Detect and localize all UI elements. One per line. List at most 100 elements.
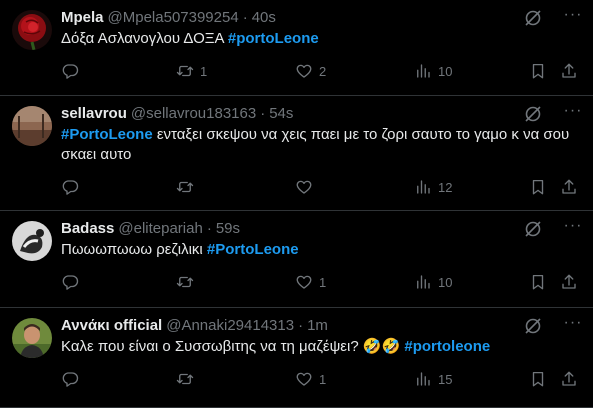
heart-icon <box>296 372 312 386</box>
laughing-emoji: 🤣🤣 <box>362 338 401 355</box>
timestamp[interactable]: 1m <box>307 316 328 336</box>
views-button[interactable]: 10 <box>414 62 452 80</box>
timestamp[interactable]: 59s <box>216 219 240 239</box>
heart-icon <box>296 180 312 194</box>
avatar[interactable] <box>12 318 52 358</box>
tweet[interactable]: Μpela @Mpela507399254 · 40s ··· Δόξα Ασλ… <box>0 0 593 96</box>
reply-icon <box>62 64 79 79</box>
like-button[interactable]: 2 <box>295 62 326 80</box>
bookmark-icon <box>532 63 544 79</box>
views-count: 15 <box>438 371 453 387</box>
timestamp[interactable]: 40s <box>252 8 276 28</box>
tweet-actions: 1 15 <box>61 370 593 390</box>
user-handle[interactable]: @Annaki29414313 <box>166 316 294 336</box>
views-icon <box>417 64 430 78</box>
share-button[interactable] <box>560 370 578 388</box>
tweet-body: Μpela @Mpela507399254 · 40s ··· Δόξα Ασλ… <box>61 7 583 49</box>
retweet-button[interactable] <box>176 370 200 388</box>
share-icon <box>562 63 576 78</box>
avatar[interactable] <box>12 221 52 261</box>
tweet[interactable]: Badass @elitepariah · 59s ··· Πωωωπωωω ρ… <box>0 211 593 308</box>
display-name[interactable]: Badass <box>61 219 114 239</box>
bookmark-button[interactable] <box>529 370 547 388</box>
bookmark-button[interactable] <box>529 178 547 196</box>
tweet-text: Καλε που είναι ο Συσσωβιτης να τη μαζέψε… <box>61 337 583 357</box>
more-icon[interactable]: ··· <box>563 218 583 239</box>
retweet-button[interactable] <box>176 273 200 291</box>
share-icon <box>562 371 576 386</box>
share-button[interactable] <box>560 62 578 80</box>
retweet-button[interactable] <box>176 178 200 196</box>
bookmark-button[interactable] <box>529 62 547 80</box>
retweet-count: 1 <box>200 63 208 79</box>
hashtag-link[interactable]: #portoleone <box>404 338 490 355</box>
like-button[interactable] <box>295 178 319 196</box>
grok-icon[interactable] <box>523 8 543 28</box>
hashtag-link[interactable]: #portoLeone <box>228 30 319 47</box>
timeline-feed: Μpela @Mpela507399254 · 40s ··· Δόξα Ασλ… <box>0 0 593 408</box>
like-count: 1 <box>319 371 327 387</box>
reply-icon <box>62 275 79 290</box>
bookmark-button[interactable] <box>529 273 547 291</box>
tweet-text-content: Δόξα Ασλανογλου ΔΟΞΑ <box>61 30 228 47</box>
retweet-icon <box>176 65 194 77</box>
heart-icon <box>296 275 312 289</box>
tweet-text: Πωωωπωωω ρεζιλικι #PortoLeone <box>61 240 583 260</box>
tweet-text: #PortoLeone ενταξει σκεψου να χεις παει … <box>61 125 583 165</box>
display-name[interactable]: Μpela <box>61 8 104 28</box>
separator-dot: · <box>242 9 248 26</box>
grok-icon[interactable] <box>523 316 543 336</box>
bookmark-icon <box>532 371 544 387</box>
separator-dot: · <box>260 105 266 122</box>
display-name[interactable]: Ανvάκι official <box>61 316 162 336</box>
views-button[interactable]: 10 <box>414 273 452 291</box>
tweet-text-content: Πωωωπωωω ρεζιλικι <box>61 241 207 258</box>
tweet-text: Δόξα Ασλανογλου ΔΟΞΑ #portoLeone <box>61 29 583 49</box>
retweet-button[interactable]: 1 <box>176 62 207 80</box>
tweet-body: Badass @elitepariah · 59s ··· Πωωωπωωω ρ… <box>61 218 583 260</box>
heart-icon <box>296 64 312 78</box>
avatar[interactable] <box>12 10 52 50</box>
share-icon <box>562 274 576 289</box>
tweet-text-content: Καλε που είναι ο Συσσωβιτης να τη μαζέψε… <box>61 338 363 355</box>
hashtag-link[interactable]: #PortoLeone <box>61 126 153 143</box>
display-name[interactable]: sellavrou <box>61 104 127 124</box>
tweet-actions: 1 2 10 <box>61 62 593 82</box>
retweet-icon <box>176 276 194 288</box>
views-icon <box>417 372 430 386</box>
tweet-header: sellavrou @sellavrou183163 · 54s <box>61 104 583 124</box>
tweet-body: Ανvάκι official @Annaki29414313 · 1m ···… <box>61 315 583 357</box>
like-button[interactable]: 1 <box>295 370 326 388</box>
separator-dot: · <box>298 317 304 334</box>
more-icon[interactable]: ··· <box>563 103 583 124</box>
more-icon[interactable]: ··· <box>563 7 583 28</box>
tweet-actions: 1 10 <box>61 273 593 293</box>
views-icon <box>417 275 430 289</box>
reply-button[interactable] <box>61 178 85 196</box>
hashtag-link[interactable]: #PortoLeone <box>207 241 299 258</box>
avatar[interactable] <box>12 106 52 146</box>
tweet-header: Ανvάκι official @Annaki29414313 · 1m <box>61 316 583 336</box>
grok-icon[interactable] <box>523 104 543 124</box>
separator-dot: · <box>206 220 212 237</box>
user-handle[interactable]: @Mpela507399254 <box>108 8 239 28</box>
tweet-body: sellavrou @sellavrou183163 · 54s ··· #Po… <box>61 103 583 165</box>
reply-button[interactable] <box>61 62 85 80</box>
reply-icon <box>62 372 79 387</box>
share-button[interactable] <box>560 178 578 196</box>
like-button[interactable]: 1 <box>295 273 326 291</box>
views-button[interactable]: 15 <box>414 370 452 388</box>
tweet-header: Badass @elitepariah · 59s <box>61 219 583 239</box>
tweet[interactable]: sellavrou @sellavrou183163 · 54s ··· #Po… <box>0 96 593 211</box>
reply-button[interactable] <box>61 370 85 388</box>
user-handle[interactable]: @elitepariah <box>118 219 202 239</box>
timestamp[interactable]: 54s <box>269 104 293 124</box>
more-icon[interactable]: ··· <box>563 315 583 336</box>
reply-button[interactable] <box>61 273 85 291</box>
tweet[interactable]: Ανvάκι official @Annaki29414313 · 1m ···… <box>0 308 593 408</box>
user-handle[interactable]: @sellavrou183163 <box>131 104 256 124</box>
views-button[interactable]: 12 <box>414 178 452 196</box>
retweet-icon <box>176 181 194 193</box>
share-button[interactable] <box>560 273 578 291</box>
grok-icon[interactable] <box>523 219 543 239</box>
